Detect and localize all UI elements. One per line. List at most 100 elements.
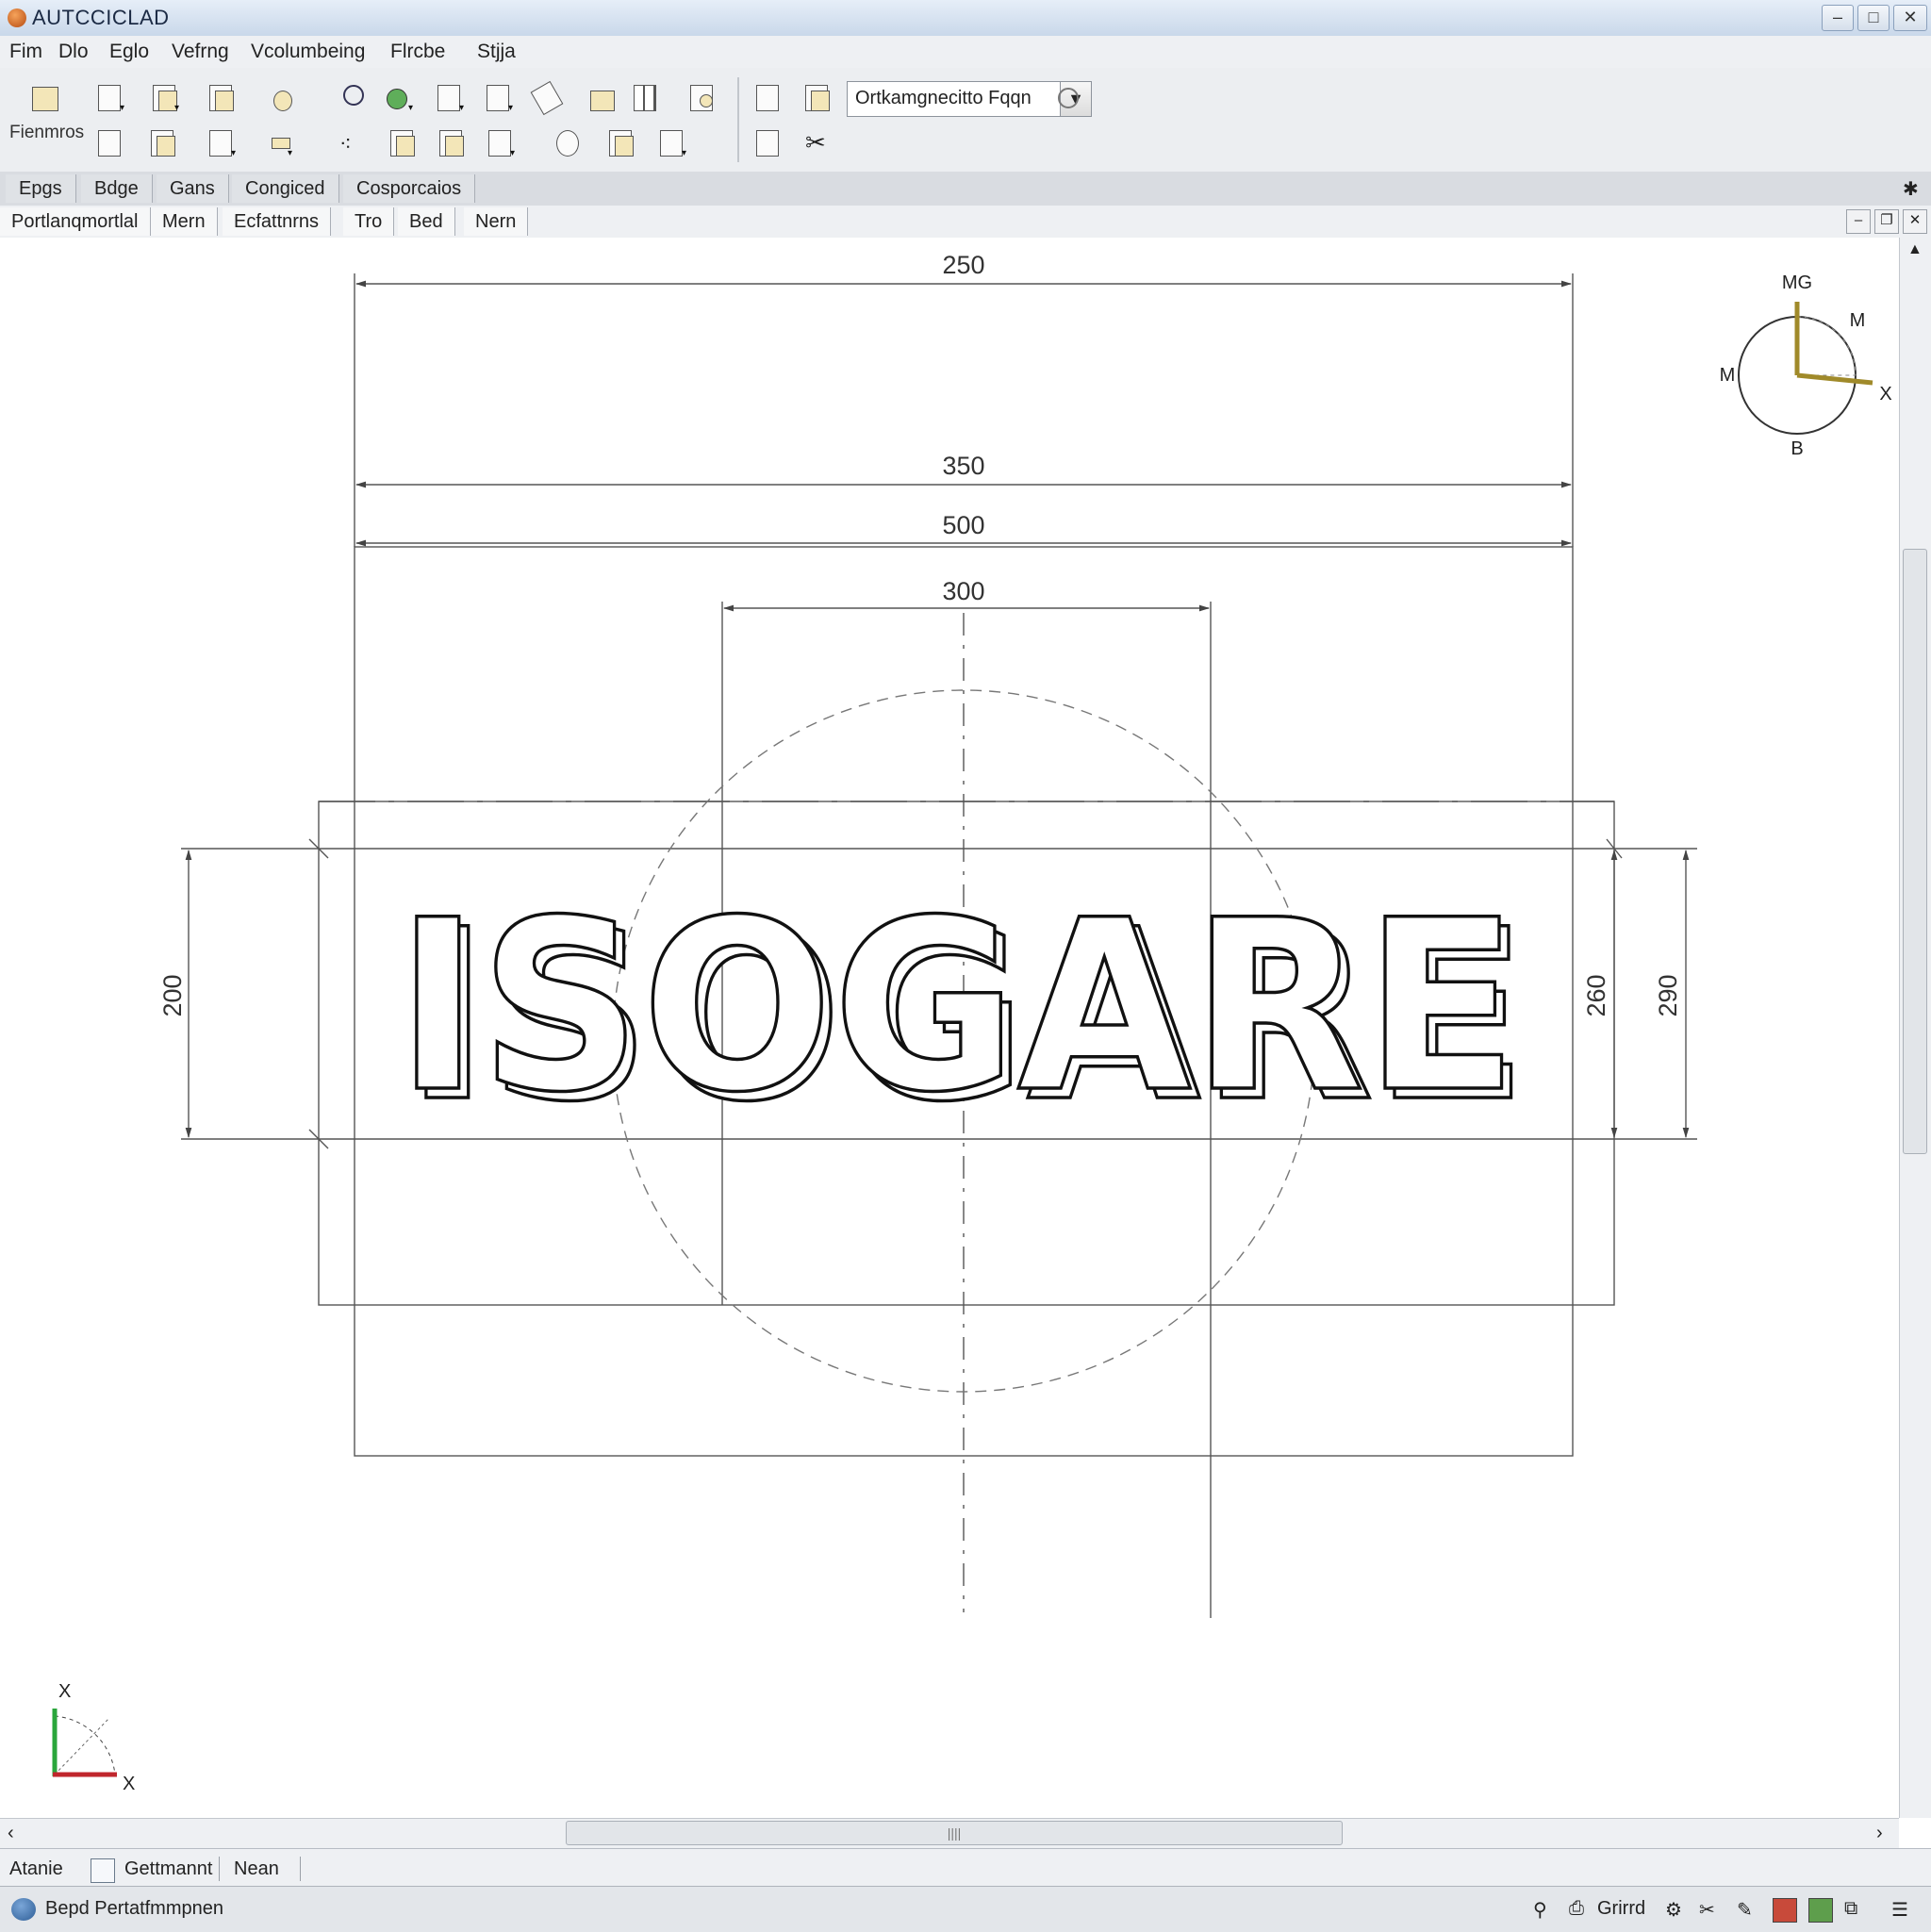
scroll-right-icon[interactable]: › (1876, 1823, 1883, 1844)
document-icon[interactable]: ▾ (204, 126, 236, 158)
zoom-icon[interactable] (336, 81, 368, 113)
group-icon[interactable] (603, 126, 635, 158)
ucs-x-label: X (123, 1774, 135, 1794)
tab-divider (219, 1857, 220, 1881)
doc-close-button[interactable]: ✕ (1903, 209, 1927, 234)
doc-restore-button[interactable]: ❐ (1874, 209, 1899, 234)
calculator-icon[interactable] (92, 126, 124, 158)
viewcube-label-bottom[interactable]: B (1791, 438, 1803, 459)
doc-tab-2[interactable]: Mern (151, 207, 218, 236)
menu-bar: Fim Dlo Eglo Vefrng Vcolumbeing Flrcbe S… (0, 36, 1931, 69)
align-icon[interactable]: ▾ (260, 126, 292, 158)
tab-divider (300, 1857, 301, 1881)
snap-status-icon[interactable]: ⚲ (1533, 1898, 1556, 1921)
record-icon[interactable] (1773, 1898, 1797, 1923)
layer-dropdown-value: Ortkamgnecitto Fqqn (855, 88, 1032, 108)
viewcube-label-top[interactable]: MG (1782, 272, 1812, 293)
array-icon[interactable] (385, 126, 417, 158)
window-title: AUTCCICLAD (32, 6, 170, 29)
menu-item-5[interactable]: Vcolumbeing (251, 41, 365, 63)
dimension-label-top-4: 300 (942, 577, 984, 605)
doc-tab-6[interactable]: Nern (464, 207, 529, 236)
viewcube-label-right[interactable]: X (1879, 384, 1891, 405)
tools-status-icon[interactable]: ✂ (1699, 1898, 1722, 1921)
ribbon-tab-5[interactable]: Cosporcaios (343, 174, 476, 203)
drawing-canvas[interactable]: 250 350 500 300 200 260 290 ISOGARE ISOG… (0, 238, 1899, 1818)
gear-status-icon[interactable]: ⚙ (1665, 1898, 1688, 1921)
ribbon-tab-1[interactable]: Epgs (6, 174, 76, 203)
menu-item-2[interactable]: Dlo (58, 41, 89, 63)
scroll-up-icon[interactable]: ▲ (1907, 241, 1923, 258)
customize-icon[interactable]: ☰ (1891, 1898, 1914, 1921)
status-text: Bepd Pertatfmmpnen (45, 1898, 223, 1919)
tools-icon[interactable]: ✂ (801, 126, 833, 158)
ribbon-tab-3[interactable]: Gans (157, 174, 229, 203)
menu-item-7[interactable]: Stjja (477, 41, 516, 63)
dimension-label-left: 200 (158, 974, 187, 1016)
insert-icon[interactable]: ▾ (483, 126, 515, 158)
layer-light-icon[interactable] (1058, 88, 1079, 108)
paste-icon[interactable] (204, 81, 236, 113)
document-tab-strip: Portlanqmortlal Mern Ecfattnrns Tro Bed … (0, 206, 1931, 239)
layer-dropdown[interactable]: Ortkamgnecitto Fqqn ▼ (847, 81, 1092, 117)
vertical-scroll-thumb[interactable] (1903, 549, 1927, 1154)
doc-tab-3[interactable]: Ecfattnrns (223, 207, 332, 236)
layer-properties-icon[interactable] (751, 81, 783, 113)
pin-icon[interactable]: ✱ (1903, 177, 1919, 201)
ribbon-tab-2[interactable]: Bdge (81, 174, 153, 203)
doc-tab-1[interactable]: Portlanqmortlal (0, 207, 151, 236)
folder-icon[interactable] (579, 81, 615, 113)
app-status-icon[interactable] (11, 1898, 36, 1921)
menu-item-6[interactable]: Flrcbe (390, 41, 445, 63)
grid-status-label[interactable]: Grirrd (1597, 1898, 1645, 1920)
app-logo-icon[interactable] (8, 8, 26, 27)
rotate-icon[interactable]: ▾ (481, 81, 513, 113)
viewcube-label-left[interactable]: M (1720, 365, 1736, 386)
minimize-button[interactable]: – (1822, 5, 1854, 31)
layers-status-icon[interactable] (1808, 1898, 1833, 1923)
status-bar: Bepd Pertatfmmpnen ⚲ ⎙ Grirrd ⚙ ✂ ✎ ⧉ ☰ (0, 1886, 1931, 1932)
toolbar-group-label: Fienmros (9, 123, 85, 142)
layers-icon[interactable] (434, 126, 466, 158)
edit-icon[interactable] (530, 80, 564, 116)
title-bar: AUTCCICLAD – □ ✕ (0, 0, 1931, 37)
layout-tab-3[interactable]: Nean (234, 1855, 279, 1883)
scroll-left-icon[interactable]: ‹ (8, 1823, 14, 1844)
stack-icon[interactable]: ▾ (654, 126, 686, 158)
close-button[interactable]: ✕ (1893, 5, 1927, 31)
wordmark-text: ISOGARE (396, 869, 1518, 1144)
markup-icon[interactable] (551, 126, 583, 158)
doc-tab-4[interactable]: Tro (343, 207, 395, 236)
new-drawing-icon[interactable] (28, 81, 60, 113)
horizontal-scroll-thumb[interactable]: |||| (566, 1821, 1343, 1845)
layout-tab-2[interactable]: Gettmannt (124, 1855, 212, 1883)
paint-icon[interactable]: ✎ (1737, 1898, 1759, 1921)
grid-icon[interactable] (628, 81, 660, 113)
viewcube[interactable]: MG M M X B (1720, 272, 1892, 459)
menu-item-4[interactable]: Vefrng (172, 41, 229, 63)
printer-icon[interactable]: ⎙ (1569, 1898, 1592, 1921)
copy-icon[interactable]: ▾ (147, 81, 179, 113)
layer-state-icon[interactable] (800, 81, 832, 113)
menu-item-3[interactable]: Eglo (109, 41, 149, 63)
workspace-icon[interactable]: ⧉ (1844, 1898, 1867, 1921)
menu-file[interactable]: Fim (9, 41, 42, 63)
color-icon[interactable]: ▾ (381, 81, 413, 113)
properties-icon[interactable] (685, 81, 717, 113)
move-icon[interactable]: ▾ (432, 81, 464, 113)
dimension-label-right-1: 260 (1582, 974, 1610, 1016)
ribbon-tab-4[interactable]: Congiced (232, 174, 339, 203)
maximize-button[interactable]: □ (1857, 5, 1890, 31)
table-icon[interactable]: ▾ (92, 81, 124, 113)
layout-checkbox[interactable] (91, 1858, 115, 1883)
viewcube-label-top-right[interactable]: M (1850, 310, 1866, 331)
snap-icon[interactable]: ⁖ (336, 126, 368, 158)
match-properties-icon[interactable] (262, 81, 294, 113)
doc-tab-5[interactable]: Bed (398, 207, 455, 236)
layout-tab-1[interactable]: Atanie (9, 1855, 63, 1883)
block-icon[interactable] (145, 126, 177, 158)
doc-minimize-button[interactable]: – (1846, 209, 1871, 234)
dimension-label-right-2: 290 (1654, 974, 1682, 1016)
dimension-label-top-1: 250 (942, 251, 984, 279)
layer-previous-icon[interactable] (751, 126, 783, 158)
